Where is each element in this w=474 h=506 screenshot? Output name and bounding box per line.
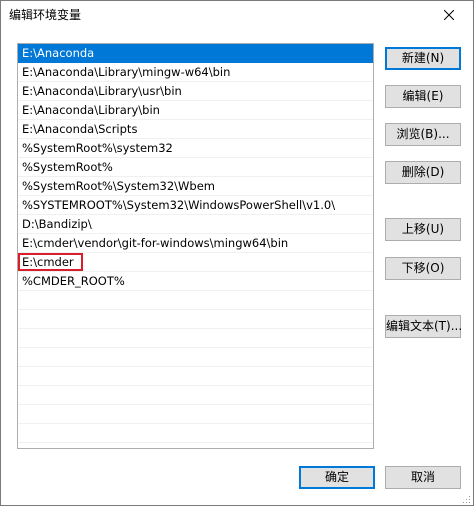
- title-bar[interactable]: 编辑环境变量: [1, 1, 473, 28]
- path-list-item-text: D:\Bandizip\: [22, 217, 92, 231]
- path-list-item[interactable]: %CMDER_ROOT%: [18, 272, 373, 291]
- edit-button[interactable]: 编辑(E): [385, 85, 461, 108]
- path-list-item[interactable]: [18, 310, 373, 329]
- path-list-item[interactable]: [18, 386, 373, 405]
- path-list-item[interactable]: [18, 348, 373, 367]
- path-list-item[interactable]: E:\Anaconda\Library\usr\bin: [18, 82, 373, 101]
- path-list-item-text: E:\Anaconda\Library\usr\bin: [22, 84, 182, 98]
- path-list-item[interactable]: [18, 329, 373, 348]
- path-list-item-text: %CMDER_ROOT%: [22, 274, 125, 288]
- path-list-item[interactable]: E:\Anaconda\Scripts: [18, 120, 373, 139]
- resize-grip-icon[interactable]: [461, 493, 471, 503]
- edit-text-button[interactable]: 编辑文本(T)...: [385, 315, 462, 338]
- path-list-item-text: E:\Anaconda\Library\bin: [22, 103, 160, 117]
- path-list-item-text: E:\cmder: [22, 255, 74, 269]
- path-list-item[interactable]: [18, 291, 373, 310]
- edit-environment-variable-dialog: 编辑环境变量 E:\Anaconda E:\Anaconda\Library\mi…: [0, 0, 474, 506]
- path-list-item-text: %SystemRoot%\System32\Wbem: [22, 179, 216, 193]
- path-list-item-text: E:\Anaconda\Library\mingw-w64\bin: [22, 65, 231, 79]
- move-up-button[interactable]: 上移(U): [385, 218, 461, 241]
- path-list-item[interactable]: E:\cmder\vendor\git-for-windows\mingw64\…: [18, 234, 373, 253]
- delete-button[interactable]: 删除(D): [385, 161, 461, 184]
- path-list[interactable]: E:\Anaconda E:\Anaconda\Library\mingw-w64…: [17, 43, 374, 449]
- path-list-item[interactable]: E:\Anaconda: [18, 44, 373, 63]
- dialog-title: 编辑环境变量: [9, 8, 82, 22]
- path-list-item[interactable]: [18, 424, 373, 443]
- move-down-button[interactable]: 下移(O): [385, 257, 461, 280]
- new-button[interactable]: 新建(N): [385, 47, 461, 70]
- close-button[interactable]: [427, 2, 471, 27]
- close-icon: [444, 9, 454, 20]
- cancel-button[interactable]: 取消: [385, 466, 461, 489]
- path-list-item-text: %SYSTEMROOT%\System32\WindowsPowerShell\…: [22, 198, 336, 212]
- path-list-item[interactable]: E:\Anaconda\Library\bin: [18, 101, 373, 120]
- path-list-item[interactable]: [18, 405, 373, 424]
- path-list-item[interactable]: %SystemRoot%\system32: [18, 139, 373, 158]
- path-list-item[interactable]: E:\cmder: [18, 253, 373, 272]
- path-list-item[interactable]: D:\Bandizip\: [18, 215, 373, 234]
- path-list-item-text: %SystemRoot%: [22, 160, 113, 174]
- path-list-item[interactable]: [18, 367, 373, 386]
- ok-button[interactable]: 确定: [299, 466, 375, 489]
- path-list-item-text: E:\Anaconda: [22, 46, 95, 60]
- path-list-item-text: %SystemRoot%\system32: [22, 141, 173, 155]
- path-list-item-text: E:\Anaconda\Scripts: [22, 122, 138, 136]
- path-list-item[interactable]: %SYSTEMROOT%\System32\WindowsPowerShell\…: [18, 196, 373, 215]
- path-list-item-text: E:\cmder\vendor\git-for-windows\mingw64\…: [22, 236, 289, 250]
- path-list-item[interactable]: %SystemRoot%: [18, 158, 373, 177]
- browse-button[interactable]: 浏览(B)...: [385, 123, 461, 146]
- path-list-item[interactable]: E:\Anaconda\Library\mingw-w64\bin: [18, 63, 373, 82]
- path-list-item[interactable]: %SystemRoot%\System32\Wbem: [18, 177, 373, 196]
